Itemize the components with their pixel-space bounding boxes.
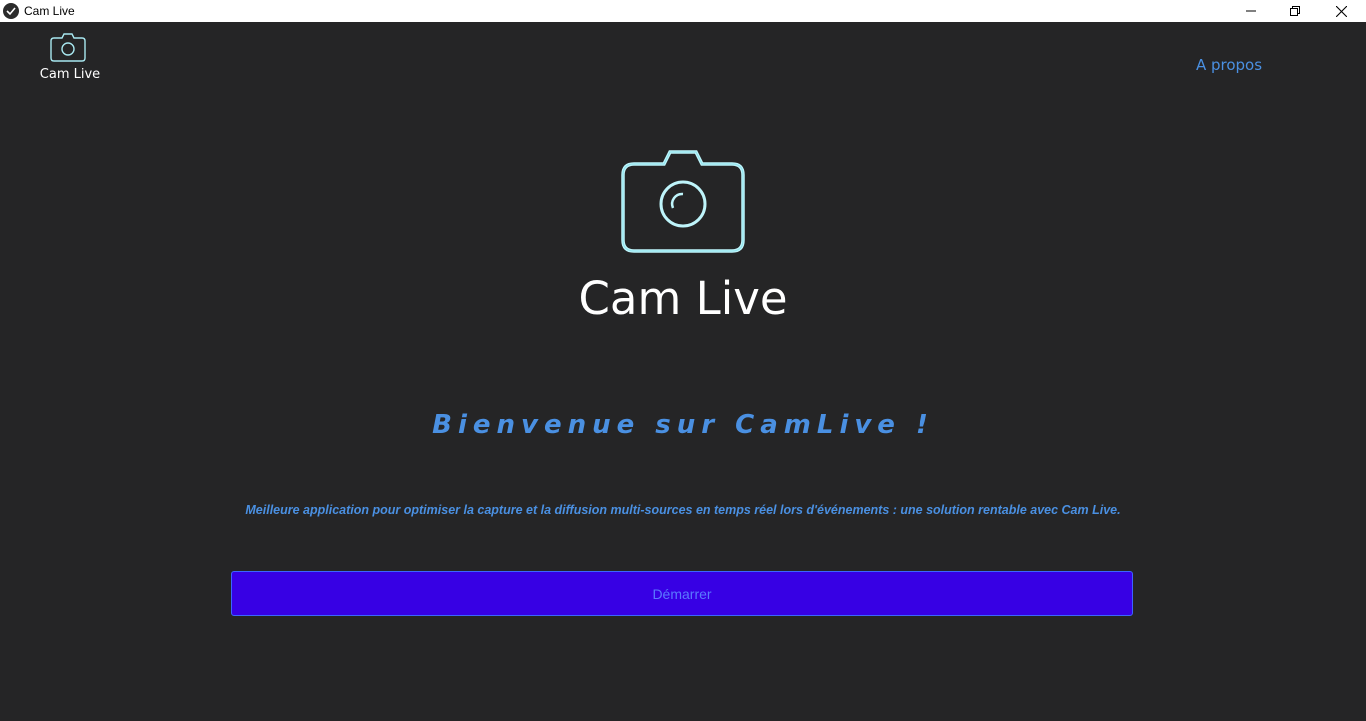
restore-icon bbox=[1290, 6, 1300, 16]
tagline: Meilleure application pour optimiser la … bbox=[245, 503, 1121, 517]
restore-button[interactable] bbox=[1272, 0, 1318, 22]
close-button[interactable] bbox=[1318, 0, 1364, 22]
camera-icon bbox=[50, 33, 86, 62]
close-icon bbox=[1335, 5, 1347, 17]
minimize-icon bbox=[1246, 10, 1256, 12]
header-logo[interactable]: Cam Live bbox=[36, 30, 104, 84]
app-window: Cam Live Cam Live A propos Cam Live Bien… bbox=[0, 0, 1366, 721]
camera-icon bbox=[621, 150, 745, 253]
about-link[interactable]: A propos bbox=[1184, 56, 1274, 74]
app-logo-icon bbox=[3, 3, 19, 19]
minimize-button[interactable] bbox=[1228, 0, 1274, 22]
app-title: Cam Live bbox=[578, 272, 788, 325]
title-bar: Cam Live bbox=[0, 0, 1366, 22]
logo-label: Cam Live bbox=[39, 67, 101, 82]
welcome-heading: Bienvenue sur CamLive ! bbox=[432, 410, 934, 440]
start-button[interactable]: Démarrer bbox=[231, 571, 1133, 616]
window-title: Cam Live bbox=[24, 4, 75, 18]
